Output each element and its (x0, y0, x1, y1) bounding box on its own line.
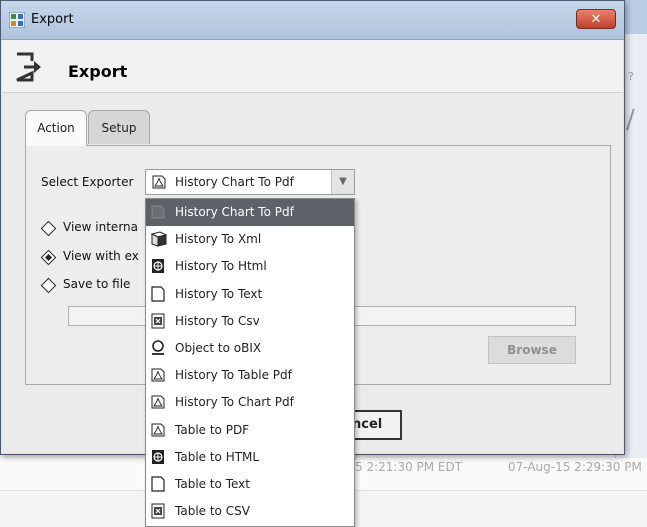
html-icon (152, 449, 164, 464)
radio-view-internal-label: View interna (63, 220, 138, 234)
list-item-label: History To Chart Pdf (175, 395, 294, 410)
pdf-icon (151, 423, 165, 436)
list-item-label: Table to CSV (175, 504, 250, 519)
list-item[interactable]: History To Text (146, 281, 354, 308)
list-item[interactable]: History To Csv (146, 308, 354, 335)
html-icon (152, 259, 164, 274)
pdf-icon (151, 395, 165, 409)
list-item[interactable]: Table to HTML (146, 444, 354, 471)
exporter-dropdown-list: History Chart To Pdf History To Xml Hist… (145, 198, 355, 527)
list-item-label: Object to oBIX (175, 340, 262, 355)
pdf-icon (151, 205, 165, 219)
list-item-label: Table to PDF (175, 422, 250, 437)
list-item[interactable]: Table to Text (146, 471, 354, 498)
background-help-glyph: ? (628, 70, 634, 83)
list-item-label: History To Text (175, 286, 263, 301)
csv-icon (151, 313, 165, 329)
list-item[interactable]: History To Chart Pdf (146, 389, 354, 416)
list-item[interactable]: Table to PDF (146, 417, 354, 444)
xml-icon (150, 231, 168, 247)
radio-view-external-label: View with ex (63, 249, 139, 263)
pdf-icon (151, 368, 165, 382)
list-item[interactable]: Object to oBIX (146, 335, 354, 362)
list-item-label: Table to HTML (175, 449, 260, 464)
window-title: Export (31, 12, 74, 27)
text-icon (151, 476, 165, 492)
list-item[interactable]: History To Xml (146, 226, 354, 253)
app-icon (9, 12, 25, 28)
csv-icon (151, 503, 165, 519)
exporter-select-value: History Chart To Pdf (175, 175, 294, 189)
list-item-label: History To Html (175, 259, 267, 274)
close-icon: ✕ (590, 12, 602, 27)
exporter-select[interactable]: History Chart To Pdf ▼ (145, 169, 355, 195)
dialog-heading: Export (68, 62, 128, 81)
dialog-header: Export (2, 40, 623, 93)
browse-button[interactable]: Browse (488, 336, 576, 364)
obix-icon (152, 340, 164, 355)
list-item[interactable]: History To Table Pdf (146, 362, 354, 389)
background-timestamp: 5 2:21:30 PM EDT (355, 460, 463, 474)
list-item-label: History Chart To Pdf (175, 205, 294, 219)
background-text-fragment: / (626, 105, 635, 135)
select-exporter-label: Select Exporter (41, 175, 134, 189)
list-item[interactable]: History Chart To Pdf (146, 199, 354, 227)
background-timestamp: 07-Aug-15 2:29:30 PM (508, 460, 642, 474)
pdf-icon (152, 175, 166, 189)
list-item-label: History To Table Pdf (175, 368, 292, 383)
tab-setup[interactable]: Setup (88, 110, 150, 144)
list-item-label: Table to Text (175, 476, 250, 491)
radio-save-to-file-label: Save to file (63, 277, 131, 291)
export-icon (16, 52, 41, 82)
dialog-titlebar[interactable]: Export ✕ (1, 1, 624, 40)
tab-action[interactable]: Action (25, 110, 87, 146)
list-item[interactable]: History To Html (146, 253, 354, 280)
list-item[interactable]: Table to CSV (146, 498, 354, 525)
text-icon (151, 285, 165, 302)
list-item-label: History To Csv (175, 313, 260, 328)
close-button[interactable]: ✕ (576, 9, 616, 29)
chevron-down-icon[interactable]: ▼ (331, 170, 354, 194)
list-item-label: History To Xml (175, 232, 262, 247)
